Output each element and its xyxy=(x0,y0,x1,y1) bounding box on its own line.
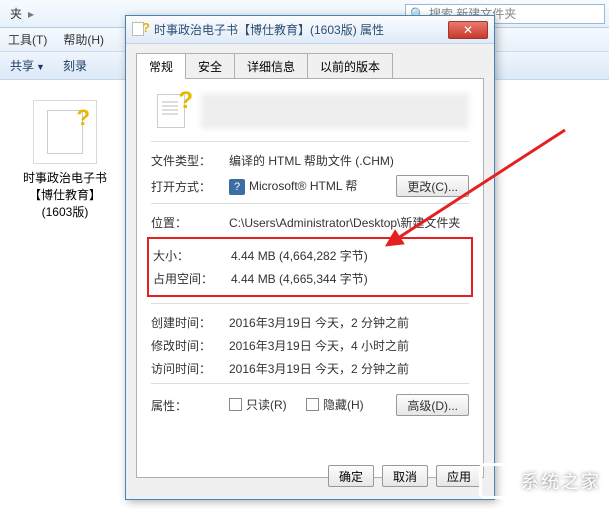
tab-previous-versions[interactable]: 以前的版本 xyxy=(307,53,393,79)
value-opens-with: ?Microsoft® HTML 帮 xyxy=(229,177,396,195)
menu-tools[interactable]: 工具(T) xyxy=(8,31,47,48)
chm-file-icon: ? xyxy=(132,22,148,38)
value-created: 2016年3月19日 今天，2 分钟之前 xyxy=(229,314,469,331)
chevron-down-icon: ▼ xyxy=(36,62,45,72)
change-button[interactable]: 更改(C)... xyxy=(396,175,469,197)
divider xyxy=(151,141,469,142)
checkbox-hidden[interactable]: 隐藏(H) xyxy=(306,396,364,413)
watermark-text: 系统之家 xyxy=(521,468,601,494)
checkbox-readonly[interactable]: 只读(R) xyxy=(229,396,287,413)
dialog-buttons: 确定 取消 应用 xyxy=(328,465,494,487)
divider xyxy=(151,383,469,384)
toolbar-burn[interactable]: 刻录 xyxy=(63,57,87,74)
file-item[interactable]: 时事政治电子书【博仕教育】(1603版) xyxy=(20,100,110,220)
value-modified: 2016年3月19日 今天，4 小时之前 xyxy=(229,337,469,354)
value-size-on-disk: 4.44 MB (4,665,344 字节) xyxy=(231,270,467,287)
tab-security[interactable]: 安全 xyxy=(185,53,235,79)
tab-strip: 常规 安全 详细信息 以前的版本 xyxy=(126,44,494,78)
chevron-right-icon[interactable]: ▸ xyxy=(28,7,34,21)
watermark: 系统之家 xyxy=(479,463,601,499)
label-opens-with: 打开方式： xyxy=(151,178,229,195)
label-modified: 修改时间： xyxy=(151,337,229,354)
label-location: 位置： xyxy=(151,214,229,231)
label-size: 大小： xyxy=(153,247,231,264)
value-file-type: 编译的 HTML 帮助文件 (.CHM) xyxy=(229,152,469,169)
divider xyxy=(151,303,469,304)
label-attributes: 属性： xyxy=(151,397,229,414)
advanced-button[interactable]: 高级(D)... xyxy=(396,394,469,416)
chm-file-icon: ? xyxy=(151,91,191,131)
toolbar-share[interactable]: 共享▼ xyxy=(10,57,45,74)
value-location: C:\Users\Administrator\Desktop\新建文件夹 xyxy=(229,214,469,231)
cancel-button[interactable]: 取消 xyxy=(382,465,428,487)
filename-field[interactable] xyxy=(201,93,469,129)
divider xyxy=(151,203,469,204)
menu-help[interactable]: 帮助(H) xyxy=(63,31,104,48)
tab-general[interactable]: 常规 xyxy=(136,53,186,79)
attributes-group: 只读(R) 隐藏(H) xyxy=(229,396,396,414)
close-button[interactable]: ✕ xyxy=(448,21,488,39)
tab-body-general: ? 文件类型： 编译的 HTML 帮助文件 (.CHM) 打开方式： ?Micr… xyxy=(136,78,484,478)
label-accessed: 访问时间： xyxy=(151,360,229,377)
value-size: 4.44 MB (4,664,282 字节) xyxy=(231,247,467,264)
ok-button[interactable]: 确定 xyxy=(328,465,374,487)
highlight-box: 大小： 4.44 MB (4,664,282 字节) 占用空间： 4.44 MB… xyxy=(147,237,473,297)
label-size-on-disk: 占用空间： xyxy=(153,270,231,287)
chm-file-icon xyxy=(33,100,97,164)
dialog-title: 时事政治电子书【博仕教育】(1603版) 属性 xyxy=(154,21,448,38)
breadcrumb-segment[interactable]: 夹 xyxy=(4,3,28,24)
watermark-logo-icon xyxy=(479,463,515,499)
apply-button[interactable]: 应用 xyxy=(436,465,482,487)
titlebar[interactable]: ? 时事政治电子书【博仕教育】(1603版) 属性 ✕ xyxy=(126,16,494,44)
value-accessed: 2016年3月19日 今天，2 分钟之前 xyxy=(229,360,469,377)
label-file-type: 文件类型： xyxy=(151,152,229,169)
tab-details[interactable]: 详细信息 xyxy=(234,53,308,79)
html-help-icon: ? xyxy=(229,179,245,195)
properties-dialog: ? 时事政治电子书【博仕教育】(1603版) 属性 ✕ 常规 安全 详细信息 以… xyxy=(125,15,495,500)
label-created: 创建时间： xyxy=(151,314,229,331)
file-name: 时事政治电子书【博仕教育】(1603版) xyxy=(20,170,110,220)
